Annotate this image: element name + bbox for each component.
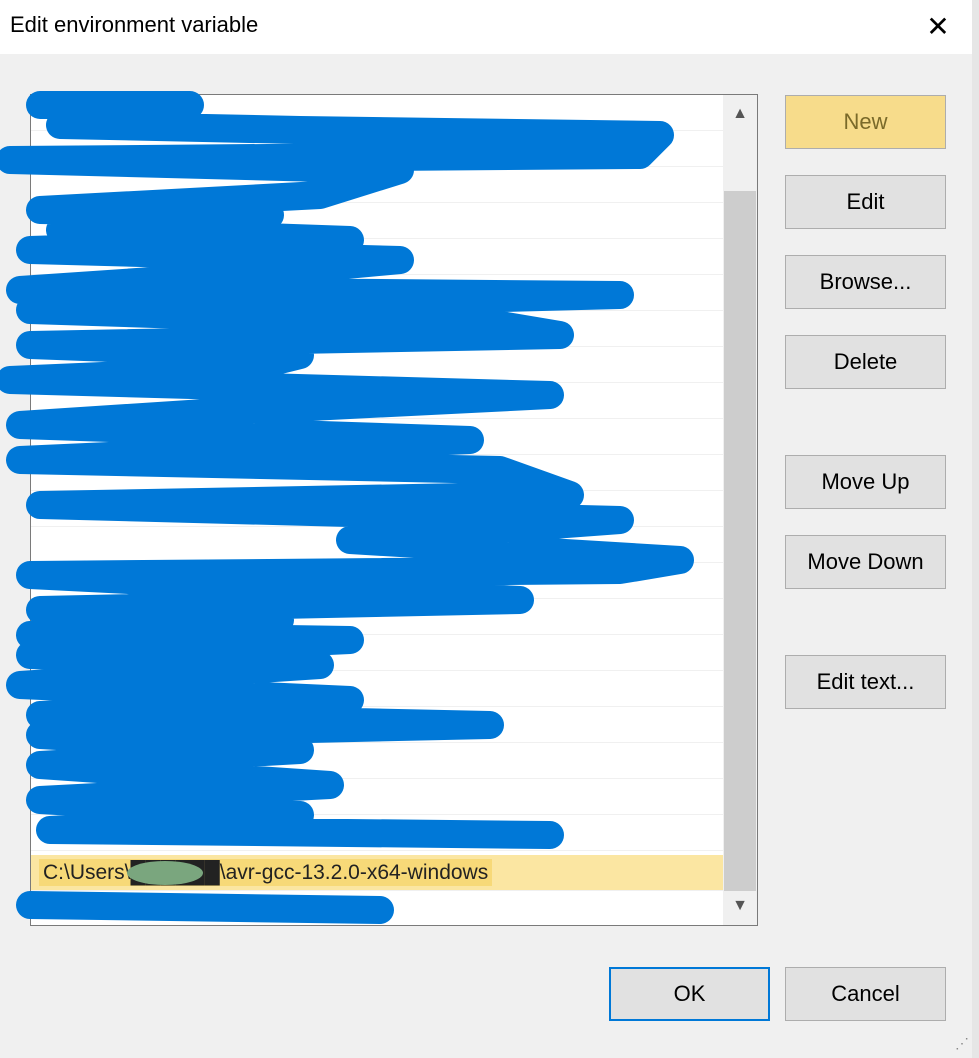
list-item[interactable] bbox=[31, 311, 723, 347]
move-up-button[interactable]: Move Up bbox=[785, 455, 946, 509]
cancel-button[interactable]: Cancel bbox=[785, 967, 946, 1021]
list-item-avr-gcc[interactable]: C:\Users\██████\avr-gcc-13.2.0-x64-windo… bbox=[31, 855, 723, 891]
vertical-scrollbar[interactable]: ▲ ▼ bbox=[723, 95, 757, 925]
close-icon[interactable]: ✕ bbox=[918, 8, 958, 46]
new-button[interactable]: New bbox=[785, 95, 946, 149]
scrollbar-thumb[interactable] bbox=[724, 191, 756, 891]
list-item[interactable] bbox=[31, 779, 723, 815]
list-item[interactable] bbox=[31, 167, 723, 203]
resize-grip-icon[interactable]: ⋰ bbox=[955, 1035, 973, 1053]
list-item[interactable] bbox=[31, 599, 723, 635]
list-item[interactable] bbox=[31, 203, 723, 239]
avr-gcc-path-text: C:\Users\██████\avr-gcc-13.2.0-x64-windo… bbox=[39, 859, 493, 886]
list-item[interactable] bbox=[31, 95, 723, 131]
scroll-down-arrow-icon[interactable]: ▼ bbox=[723, 889, 757, 923]
edit-button[interactable]: Edit bbox=[785, 175, 946, 229]
list-item[interactable] bbox=[31, 491, 723, 527]
list-item[interactable] bbox=[31, 455, 723, 491]
list-item[interactable] bbox=[31, 347, 723, 383]
list-item[interactable] bbox=[31, 891, 723, 925]
move-down-button[interactable]: Move Down bbox=[785, 535, 946, 589]
list-item[interactable] bbox=[31, 563, 723, 599]
ok-button[interactable]: OK bbox=[609, 967, 770, 1021]
path-list[interactable]: C:\Users\██████\avr-gcc-13.2.0-x64-windo… bbox=[30, 94, 758, 926]
scroll-up-arrow-icon[interactable]: ▲ bbox=[723, 97, 757, 131]
list-item[interactable] bbox=[31, 635, 723, 671]
browse-button[interactable]: Browse... bbox=[785, 255, 946, 309]
title-bar: Edit environment variable ✕ bbox=[0, 0, 979, 54]
list-item[interactable] bbox=[31, 383, 723, 419]
list-item[interactable] bbox=[31, 131, 723, 167]
delete-button[interactable]: Delete bbox=[785, 335, 946, 389]
list-item[interactable] bbox=[31, 527, 723, 563]
list-item[interactable] bbox=[31, 671, 723, 707]
list-item[interactable] bbox=[31, 815, 723, 851]
edit-text-button[interactable]: Edit text... bbox=[785, 655, 946, 709]
list-item[interactable] bbox=[31, 239, 723, 275]
window-edge bbox=[972, 0, 979, 1058]
list-item[interactable] bbox=[31, 275, 723, 311]
list-item[interactable] bbox=[31, 707, 723, 743]
window-title: Edit environment variable bbox=[10, 12, 259, 37]
list-item[interactable] bbox=[31, 419, 723, 455]
list-item[interactable] bbox=[31, 743, 723, 779]
